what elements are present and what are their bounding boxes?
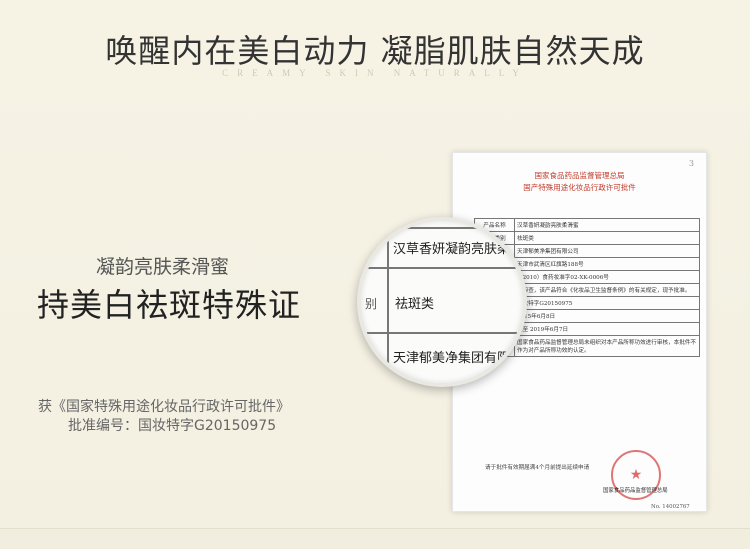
table-row: 产品名称 汉草香妍凝韵亮肤柔滑蜜: [474, 218, 700, 232]
doc-number: No. 14002767: [651, 504, 690, 510]
doc-value: 截至 2019年6月7日: [514, 322, 700, 336]
doc-value: 2015年6月8日: [514, 309, 700, 323]
certificate-description: 获《国家特殊用途化妆品行政许可批件》: [38, 399, 290, 415]
doc-value: 天津市武清区红旗路188号: [514, 257, 700, 271]
page-subtitle: CREAMY SKIN NATURALLY: [222, 68, 528, 78]
doc-value: 祛斑类: [514, 231, 700, 245]
doc-value: 汉草香妍凝韵亮肤柔滑蜜: [514, 218, 700, 232]
doc-value: 天津郁美净集团有限公司: [514, 244, 700, 258]
magnified-product-name: 汉草香妍凝韵亮肤柔: [393, 242, 511, 257]
doc-value: （2010）食药妆准字02-XK-0006号: [514, 270, 700, 284]
magnifier-lens: 汉草香妍凝韵亮肤柔 别 祛斑类 天津郁美净集团有限公: [357, 217, 527, 387]
magnified-category: 祛斑类: [395, 297, 435, 312]
page-title: 唤醒内在美白动力 凝脂肌肤自然天成: [105, 32, 645, 70]
doc-corner-mark: 3: [688, 159, 694, 168]
certificate-headline: 持美白祛斑特殊证: [37, 286, 302, 324]
magnified-label: 别: [365, 297, 378, 311]
doc-value: 国妆特字G20150975: [514, 296, 700, 310]
doc-footer-note: 请于批件有效期届满4个月前提出延续申请: [485, 465, 590, 471]
footer-band: [0, 528, 750, 549]
doc-issuer: 国家食品药品监督管理总局: [603, 488, 668, 494]
promo-page: 唤醒内在美白动力 凝脂肌肤自然天成 CREAMY SKIN NATURALLY …: [0, 0, 750, 549]
doc-value: 国家食品药品监督管理总局未组织对本产品所称功效进行审核，本批件不作为对产品所称功…: [514, 335, 700, 357]
magnified-company: 天津郁美净集团有限公: [393, 351, 524, 366]
approval-number: 批准编号：国妆特字G20150975: [68, 418, 277, 434]
doc-header-title: 国产特殊用途化妆品行政许可批件: [523, 183, 636, 192]
doc-value: 经审查，该产品符合《化妆品卫生监督条例》的有关规定，现予批准。: [514, 283, 700, 297]
doc-header-authority: 国家食品药品监督管理总局: [534, 171, 625, 180]
product-lead: 凝韵亮肤柔滑蜜: [96, 256, 230, 278]
